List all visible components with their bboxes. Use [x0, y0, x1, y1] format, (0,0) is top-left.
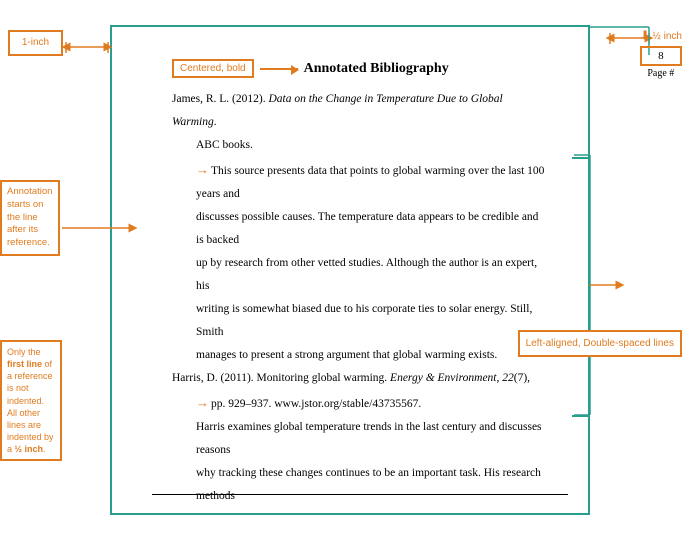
- ann1-line5: manages to present a strong argument tha…: [196, 344, 548, 367]
- bottom-line: [152, 494, 568, 495]
- indent-label: Only the first line of a reference is no…: [0, 340, 62, 461]
- ann2-line1: Harris examines global temperature trend…: [196, 416, 548, 462]
- ref2-citation-line2: →pp. 929–937. www.jstor.org/stable/43735…: [172, 390, 548, 416]
- top-right-labels: ⬇ ½ inch 8 Page #: [640, 28, 682, 79]
- reference-2: Harris, D. (2011). Monitoring global war…: [172, 367, 548, 416]
- page-label: Page #: [640, 68, 682, 79]
- reference-1: James, R. L. (2012). Data on the Change …: [172, 88, 548, 157]
- annotation-1: →This source presents data that points t…: [172, 157, 548, 367]
- ann2-line2: why tracking these changes continues to …: [196, 462, 548, 508]
- down-arrow-icon: ⬇: [640, 28, 651, 44]
- title-line: Centered, bold Annotated Bibliography: [172, 59, 548, 78]
- ref2-vol: 22: [502, 372, 514, 384]
- ref1-citation: James, R. L. (2012). Data on the Change …: [172, 88, 548, 134]
- ref1-publisher-line: ABC books.: [172, 134, 548, 157]
- bibliography-title: Annotated Bibliography: [304, 61, 449, 77]
- arrow-icon-1: →: [196, 162, 209, 177]
- ref2-journal: Energy & Environment: [390, 372, 496, 384]
- ref1-publisher: .: [214, 116, 217, 128]
- ref2-citation-line1: Harris, D. (2011). Monitoring global war…: [172, 367, 548, 390]
- page-number-box: 8: [640, 46, 682, 66]
- page-wrapper: Centered, bold Annotated Bibliography Ja…: [0, 0, 700, 541]
- ann1-line4: writing is somewhat biased due to his co…: [196, 298, 548, 344]
- arrow-icon-2: →: [196, 395, 209, 410]
- indent-text-label: Only the first line of a reference is no…: [7, 347, 54, 454]
- ann1-line1: →This source presents data that points t…: [196, 157, 548, 206]
- ann1-line3: up by research from other vetted studies…: [196, 252, 548, 298]
- annotation-text-label: Annotation starts on the line after its …: [7, 186, 52, 248]
- right-bracket-decoration: [572, 157, 590, 417]
- right-alignment-label: Left-aligned, Double-spaced lines: [518, 330, 682, 357]
- annotation-starts-label: Annotation starts on the line after its …: [0, 180, 60, 256]
- document-page: Centered, bold Annotated Bibliography Ja…: [110, 25, 590, 515]
- ref1-author: James, R. L. (2012).: [172, 93, 268, 105]
- one-inch-label: 1-inch: [8, 30, 63, 56]
- one-inch-text: 1-inch: [22, 37, 49, 48]
- centered-bold-label: Centered, bold: [172, 59, 254, 78]
- half-inch-label: ⬇ ½ inch: [640, 28, 682, 44]
- half-inch-text: ½ inch: [653, 31, 682, 42]
- ann1-line2: discusses possible causes. The temperatu…: [196, 206, 548, 252]
- page-number: 8: [658, 50, 664, 62]
